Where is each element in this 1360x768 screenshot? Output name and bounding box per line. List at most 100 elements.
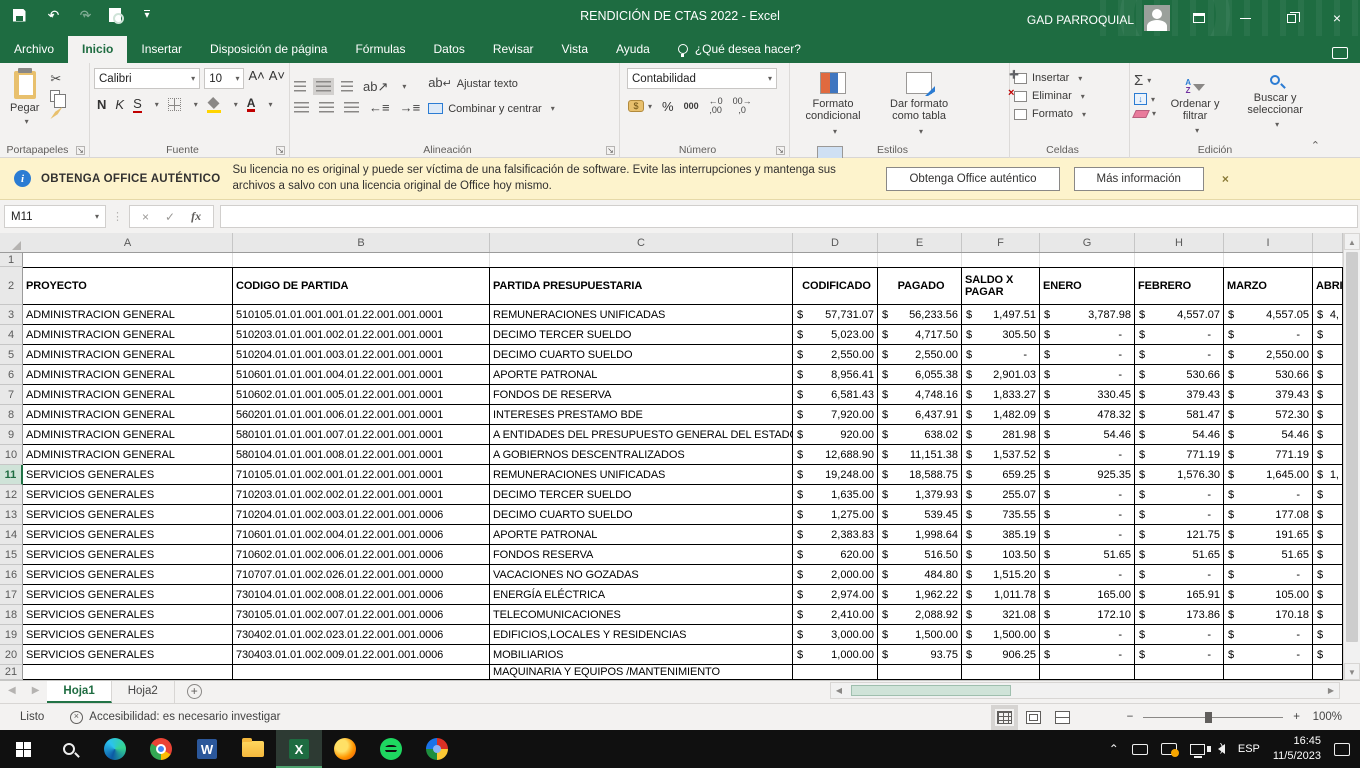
row-header-9[interactable]: 9 bbox=[0, 425, 23, 445]
table-cell[interactable]: $6,437.91 bbox=[878, 405, 962, 425]
table-cell[interactable]: $ bbox=[1313, 505, 1343, 525]
align-bottom-icon[interactable] bbox=[341, 81, 353, 92]
table-cell[interactable]: SERVICIOS GENERALES bbox=[23, 585, 233, 605]
format-cells-button[interactable]: Formato▾ bbox=[1014, 108, 1125, 120]
table-cell[interactable]: $- bbox=[1040, 445, 1135, 465]
ribbon-tab-archivo[interactable]: Archivo bbox=[0, 36, 68, 63]
new-sheet-icon[interactable]: + bbox=[187, 684, 202, 699]
tray-expand-icon[interactable]: ⌃ bbox=[1109, 742, 1119, 756]
empty-cell[interactable] bbox=[1224, 253, 1313, 267]
table-cell[interactable]: EDIFICIOS,LOCALES Y RESIDENCIAS bbox=[490, 625, 793, 645]
insert-function-icon[interactable]: fx bbox=[191, 209, 201, 224]
table-cell[interactable]: DECIMO CUARTO SUELDO bbox=[490, 345, 793, 365]
table-cell[interactable]: $771.19 bbox=[1224, 445, 1313, 465]
table-cell[interactable]: $2,383.83 bbox=[793, 525, 878, 545]
table-cell[interactable]: MOBILIARIOS bbox=[490, 645, 793, 665]
select-all-corner[interactable] bbox=[0, 233, 23, 252]
table-cell[interactable] bbox=[23, 665, 233, 680]
scroll-left-icon[interactable]: ◀ bbox=[831, 686, 847, 695]
table-cell[interactable]: ADMINISTRACION GENERAL bbox=[23, 325, 233, 345]
column-headers[interactable]: ABCDEFGHI bbox=[0, 233, 1343, 253]
file-explorer-icon[interactable] bbox=[230, 730, 276, 768]
page-break-view-icon[interactable] bbox=[1055, 711, 1070, 724]
table-cell[interactable]: ADMINISTRACION GENERAL bbox=[23, 405, 233, 425]
empty-cell[interactable] bbox=[490, 253, 793, 267]
table-cell[interactable]: A GOBIERNOS DESCENTRALIZADOS bbox=[490, 445, 793, 465]
minimize-button[interactable] bbox=[1222, 0, 1268, 36]
table-cell[interactable]: ADMINISTRACION GENERAL bbox=[23, 385, 233, 405]
worksheet-grid[interactable]: ABCDEFGHI 12PROYECTOCODIGO DE PARTIDAPAR… bbox=[0, 233, 1343, 680]
table-cell[interactable]: $19,248.00 bbox=[793, 465, 878, 485]
comments-icon[interactable] bbox=[1332, 47, 1348, 59]
table-cell[interactable]: $2,974.00 bbox=[793, 585, 878, 605]
table-cell[interactable]: $103.50 bbox=[962, 545, 1040, 565]
table-cell[interactable]: 510204.01.01.001.003.01.22.001.001.0001 bbox=[233, 345, 490, 365]
table-cell[interactable]: $12,688.90 bbox=[793, 445, 878, 465]
comma-style-icon[interactable]: 000 bbox=[684, 101, 699, 111]
column-header-f[interactable]: F bbox=[962, 233, 1040, 252]
table-cell[interactable] bbox=[793, 665, 878, 680]
table-cell[interactable]: $1,500.00 bbox=[878, 625, 962, 645]
table-cell[interactable]: $18,588.75 bbox=[878, 465, 962, 485]
format-painter-icon[interactable] bbox=[50, 107, 62, 119]
table-cell[interactable]: $6,581.43 bbox=[793, 385, 878, 405]
table-cell[interactable]: $ bbox=[1313, 365, 1343, 385]
table-cell[interactable]: ADMINISTRACION GENERAL bbox=[23, 345, 233, 365]
table-cell[interactable]: $572.30 bbox=[1224, 405, 1313, 425]
table-cell[interactable]: $1,515.20 bbox=[962, 565, 1040, 585]
table-cell[interactable]: 510601.01.01.001.004.01.22.001.001.0001 bbox=[233, 365, 490, 385]
horizontal-scrollbar[interactable]: ◀ ▶ bbox=[830, 682, 1340, 699]
zoom-slider[interactable] bbox=[1143, 717, 1283, 718]
table-cell[interactable]: $- bbox=[1135, 485, 1224, 505]
table-cell[interactable]: $ bbox=[1313, 565, 1343, 585]
clock[interactable]: 16:45 11/5/2023 bbox=[1273, 734, 1321, 764]
font-size-select[interactable]: 10▾ bbox=[204, 68, 244, 89]
row-header-3[interactable]: 3 bbox=[0, 305, 23, 325]
table-cell[interactable]: $51.65 bbox=[1135, 545, 1224, 565]
table-cell[interactable]: 510203.01.01.001.002.01.22.001.001.0001 bbox=[233, 325, 490, 345]
sort-filter-button[interactable]: AZ Ordenar y filtrar▾ bbox=[1159, 77, 1231, 139]
table-cell[interactable]: $379.43 bbox=[1135, 385, 1224, 405]
table-cell[interactable]: ADMINISTRACION GENERAL bbox=[23, 305, 233, 325]
table-cell[interactable]: SERVICIOS GENERALES bbox=[23, 545, 233, 565]
row-header-12[interactable]: 12 bbox=[0, 485, 23, 505]
column-header-a[interactable]: A bbox=[23, 233, 233, 252]
column-header-h[interactable]: H bbox=[1135, 233, 1224, 252]
table-cell[interactable]: $121.75 bbox=[1135, 525, 1224, 545]
table-cell[interactable]: INTERESES PRESTAMO BDE bbox=[490, 405, 793, 425]
row-header-8[interactable]: 8 bbox=[0, 405, 23, 425]
row-header-15[interactable]: 15 bbox=[0, 545, 23, 565]
table-cell[interactable]: REMUNERACIONES UNIFICADAS bbox=[490, 465, 793, 485]
enter-formula-icon[interactable]: ✓ bbox=[165, 210, 175, 224]
column-header-d[interactable]: D bbox=[793, 233, 878, 252]
formula-input[interactable] bbox=[220, 205, 1358, 228]
table-cell[interactable]: APORTE PATRONAL bbox=[490, 365, 793, 385]
table-cell[interactable]: 710204.01.01.002.003.01.22.001.001.0006 bbox=[233, 505, 490, 525]
empty-cell[interactable] bbox=[793, 253, 878, 267]
table-cell[interactable]: SERVICIOS GENERALES bbox=[23, 565, 233, 585]
table-cell[interactable]: 710601.01.01.002.004.01.22.001.001.0006 bbox=[233, 525, 490, 545]
align-center-icon[interactable] bbox=[319, 102, 334, 113]
table-cell[interactable]: $1,011.78 bbox=[962, 585, 1040, 605]
table-cell[interactable]: APORTE PATRONAL bbox=[490, 525, 793, 545]
table-cell[interactable]: $- bbox=[1224, 565, 1313, 585]
zoom-out-icon[interactable]: − bbox=[1127, 711, 1134, 723]
row-header-4[interactable]: 4 bbox=[0, 325, 23, 345]
ribbon-tab-disposici-n-de-p-gina[interactable]: Disposición de página bbox=[196, 36, 341, 63]
font-dialog-launcher[interactable]: ↘ bbox=[276, 146, 285, 155]
table-cell[interactable]: $4,748.16 bbox=[878, 385, 962, 405]
clipboard-dialog-launcher[interactable]: ↘ bbox=[76, 146, 85, 155]
table-cell[interactable]: 710707.01.01.002.026.01.22.001.001.0000 bbox=[233, 565, 490, 585]
table-cell[interactable]: $165.91 bbox=[1135, 585, 1224, 605]
table-cell[interactable]: $1,537.52 bbox=[962, 445, 1040, 465]
table-cell[interactable]: $516.50 bbox=[878, 545, 962, 565]
table-cell[interactable]: $- bbox=[962, 345, 1040, 365]
table-cell[interactable]: $1,962.22 bbox=[878, 585, 962, 605]
number-dialog-launcher[interactable]: ↘ bbox=[776, 146, 785, 155]
spotify-icon[interactable] bbox=[368, 730, 414, 768]
sheet-tab-hoja1[interactable]: Hoja1 bbox=[47, 681, 111, 703]
table-cell[interactable]: 710105.01.01.002.001.01.22.001.001.0001 bbox=[233, 465, 490, 485]
table-cell[interactable]: $173.86 bbox=[1135, 605, 1224, 625]
bold-button[interactable]: N bbox=[97, 97, 106, 112]
ribbon-display-options-icon[interactable] bbox=[1176, 0, 1222, 36]
